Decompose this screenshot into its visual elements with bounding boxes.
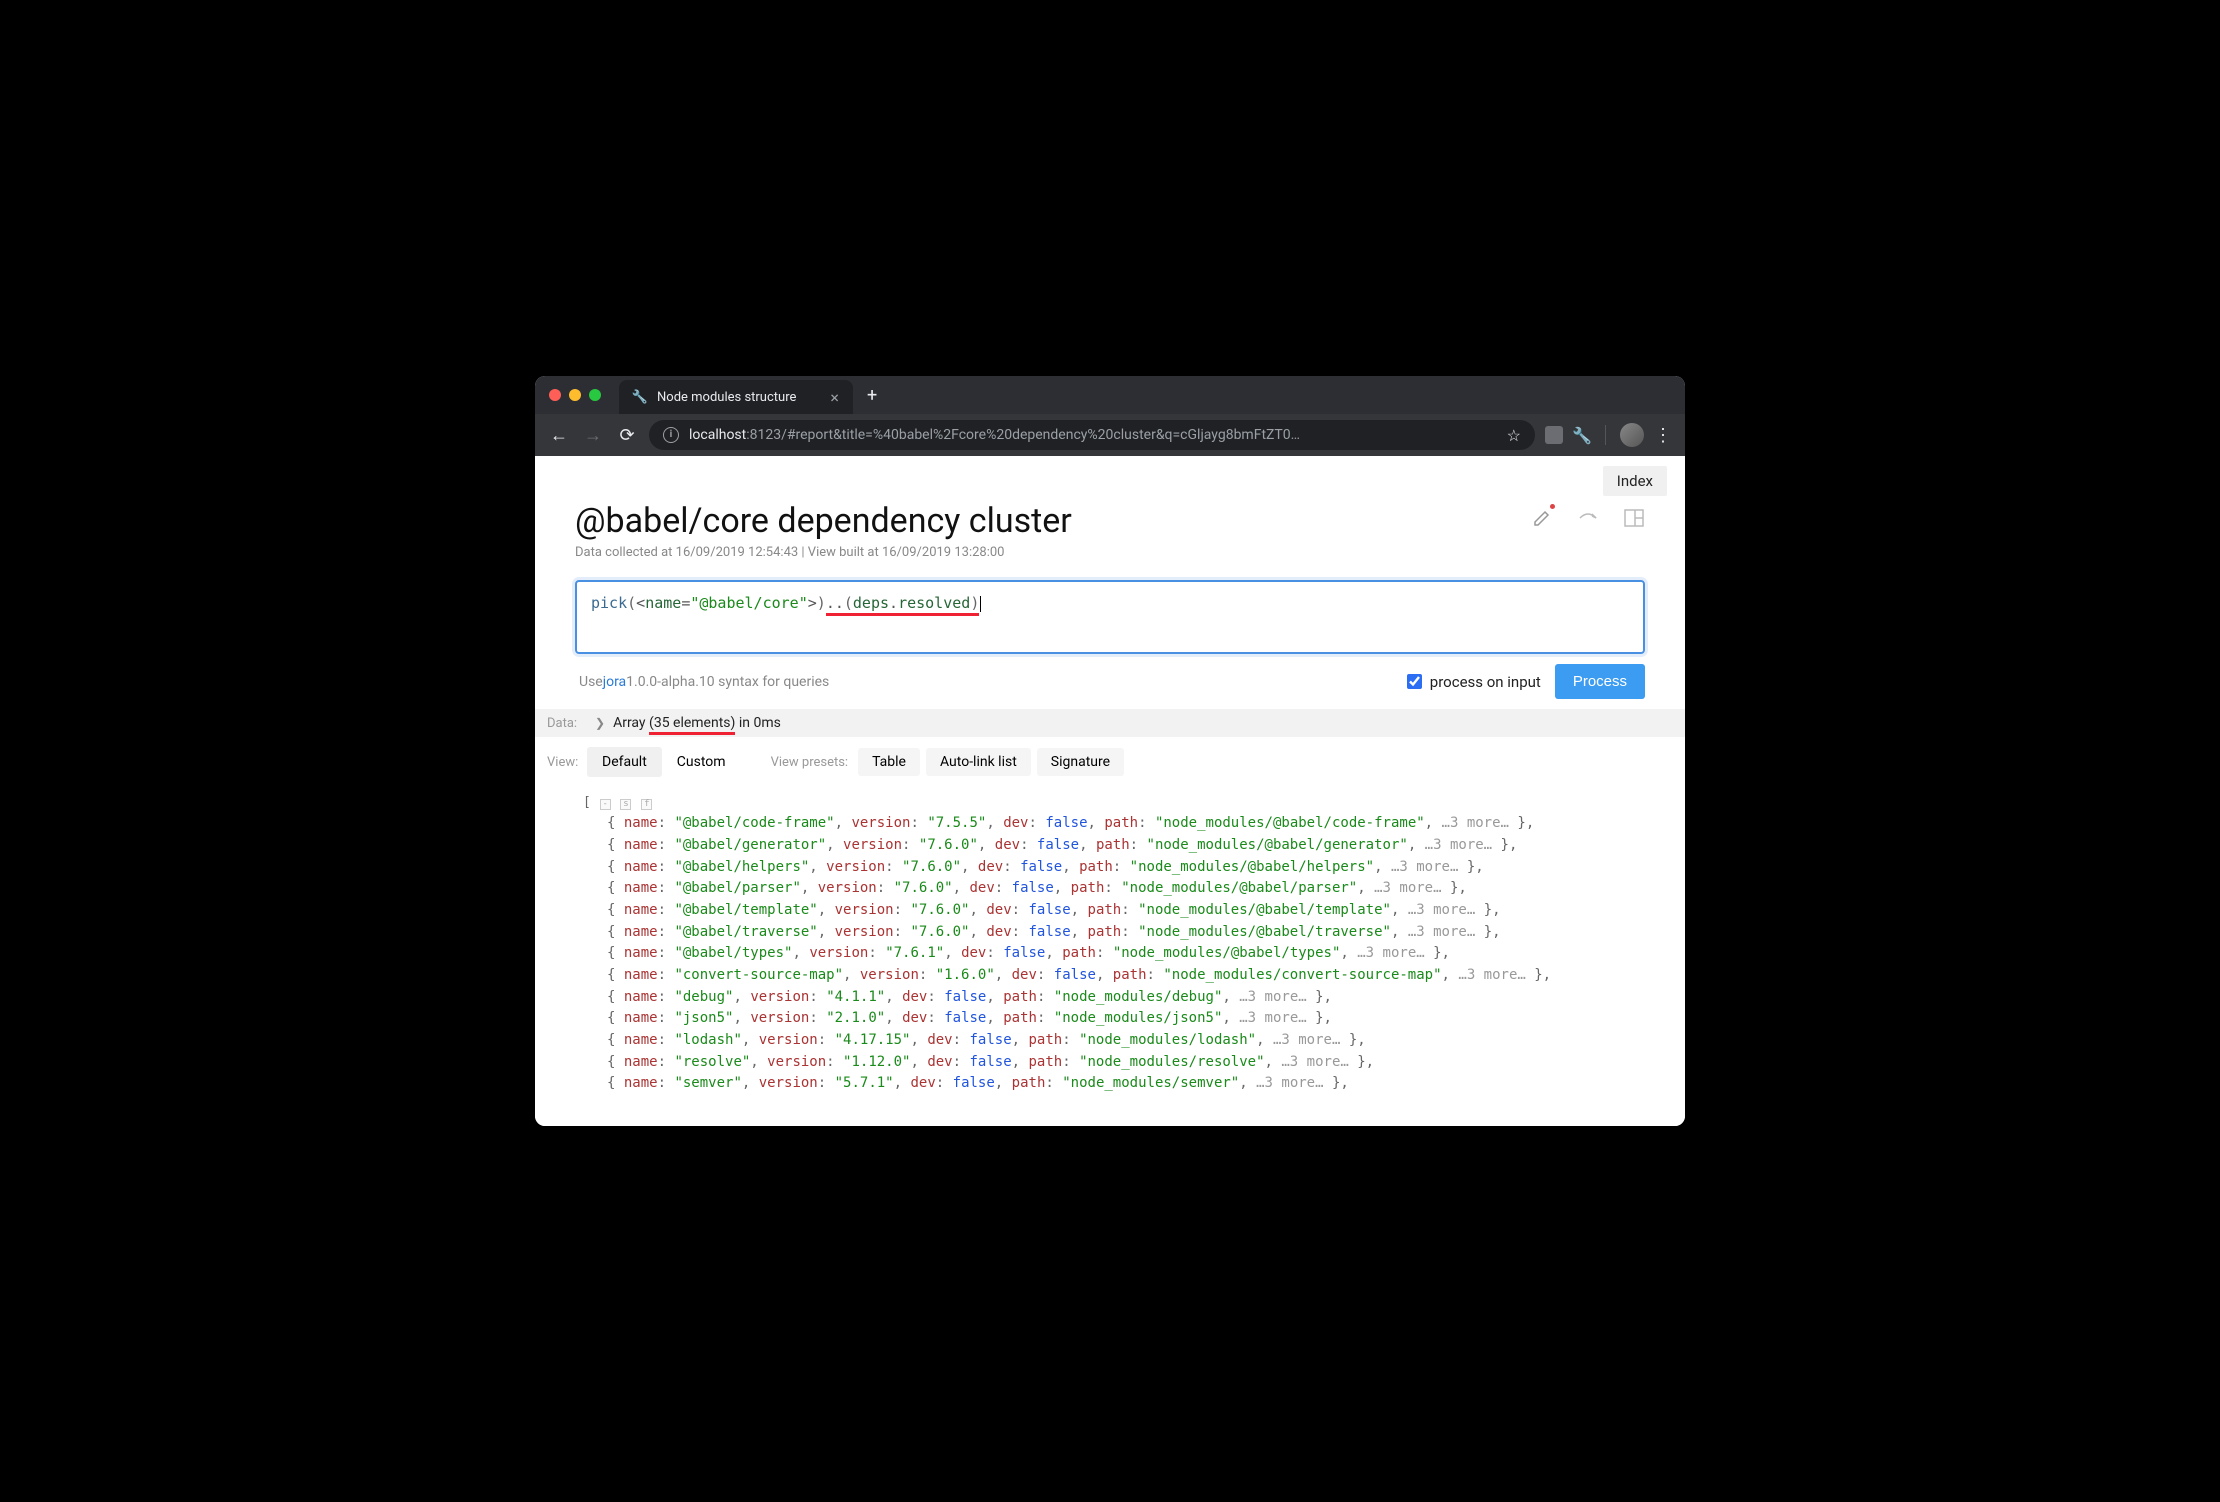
process-button[interactable]: Process xyxy=(1555,664,1645,699)
tab-title: Node modules structure xyxy=(657,390,796,405)
preset-auto-link list[interactable]: Auto-link list xyxy=(926,748,1031,776)
jora-link[interactable]: jora xyxy=(603,674,626,690)
process-on-input-label: process on input xyxy=(1430,673,1541,691)
bookmark-icon[interactable]: ☆ xyxy=(1507,426,1521,445)
sort-icon[interactable]: s xyxy=(620,799,631,810)
format-icon[interactable]: f xyxy=(641,799,652,810)
hint-suffix: 1.0.0-alpha.10 syntax for queries xyxy=(626,674,829,690)
output-row: { name: "@babel/types", version: "7.6.1"… xyxy=(583,943,1645,965)
query-token: = xyxy=(681,594,690,612)
view-controls: View: Default Custom View presets: Table… xyxy=(535,737,1685,787)
output-row: { name: "@babel/generator", version: "7.… xyxy=(583,835,1645,857)
reload-button[interactable]: ⟳ xyxy=(615,425,639,446)
tab-favicon-icon: 🔧 xyxy=(633,390,647,404)
browser-window: 🔧 Node modules structure × + ← → ⟳ i loc… xyxy=(535,376,1685,1126)
view-label: View: xyxy=(547,755,587,770)
query-token: resolved xyxy=(898,594,970,612)
query-footer: Use jora 1.0.0-alpha.10 syntax for queri… xyxy=(535,654,1685,709)
output-row: { name: "convert-source-map", version: "… xyxy=(583,965,1645,987)
toolbar-divider xyxy=(1605,425,1606,445)
query-input[interactable]: pick(<name="@babel/core">)..(deps.resolv… xyxy=(575,580,1645,654)
query-token: ( xyxy=(627,594,636,612)
output-row: { name: "debug", version: "4.1.1", dev: … xyxy=(583,987,1645,1009)
close-window-icon[interactable] xyxy=(549,389,561,401)
preset-table[interactable]: Table xyxy=(858,748,920,776)
collapse-icon[interactable]: - xyxy=(600,799,611,810)
url-port: :8123 xyxy=(746,427,781,443)
hint-prefix: Use xyxy=(579,674,603,690)
output-row: { name: "@babel/traverse", version: "7.6… xyxy=(583,922,1645,944)
output-row: { name: "@babel/template", version: "7.6… xyxy=(583,900,1645,922)
titlebar: 🔧 Node modules structure × + xyxy=(535,376,1685,414)
expand-icon[interactable]: ❯ xyxy=(595,716,605,730)
query-token: deps xyxy=(853,594,889,612)
output-row: { name: "lodash", version: "4.17.15", de… xyxy=(583,1030,1645,1052)
output-row: { name: "semver", version: "5.7.1", dev:… xyxy=(583,1073,1645,1095)
query-token: < xyxy=(636,594,645,612)
browser-menu-icon[interactable]: ⋮ xyxy=(1654,425,1673,446)
header-actions xyxy=(1531,507,1645,529)
browser-toolbar: ← → ⟳ i localhost:8123/#report&title=%40… xyxy=(535,414,1685,456)
output-row: { name: "@babel/parser", version: "7.6.0… xyxy=(583,878,1645,900)
output-row: { name: "json5", version: "2.1.0", dev: … xyxy=(583,1008,1645,1030)
back-button[interactable]: ← xyxy=(547,425,571,446)
page-content: Index @babel/core dependency cluster Dat… xyxy=(535,456,1685,1126)
address-bar[interactable]: i localhost:8123/#report&title=%40babel%… xyxy=(649,420,1535,450)
output-row: { name: "@babel/helpers", version: "7.6.… xyxy=(583,857,1645,879)
query-token: "@babel/core" xyxy=(690,594,807,612)
query-token: pick xyxy=(591,594,627,612)
page-title: @babel/core dependency cluster xyxy=(575,501,1531,541)
extension-icon[interactable]: 🔧 xyxy=(1573,426,1591,444)
process-on-input-checkbox[interactable] xyxy=(1407,674,1422,689)
query-token: .. xyxy=(826,594,844,612)
data-summary-row: Data: ❯ Array (35 elements) in 0ms xyxy=(535,709,1685,737)
layout-icon[interactable] xyxy=(1623,507,1645,529)
output-panel: [ - s f { name: "@babel/code-frame", ver… xyxy=(535,787,1685,1095)
array-time: in 0ms xyxy=(735,715,780,731)
query-token: ) xyxy=(817,594,826,612)
query-token: name xyxy=(645,594,681,612)
url-host: localhost xyxy=(689,427,746,443)
view-default-tab[interactable]: Default xyxy=(587,747,662,777)
profile-avatar[interactable] xyxy=(1620,423,1644,447)
browser-tab[interactable]: 🔧 Node modules structure × xyxy=(619,380,853,414)
traffic-lights xyxy=(549,389,601,401)
array-count: (35 elements) xyxy=(649,715,735,735)
site-info-icon[interactable]: i xyxy=(663,427,679,443)
forward-button[interactable]: → xyxy=(581,425,605,446)
data-label: Data: xyxy=(547,716,587,731)
query-token: > xyxy=(808,594,817,612)
preset-signature[interactable]: Signature xyxy=(1037,748,1124,776)
new-tab-button[interactable]: + xyxy=(867,385,877,406)
share-icon[interactable] xyxy=(1577,507,1599,529)
array-word: Array xyxy=(613,715,649,731)
output-row: { name: "resolve", version: "1.12.0", de… xyxy=(583,1052,1645,1074)
url-path: /#report&title=%40babel%2Fcore%20depende… xyxy=(781,427,1300,443)
page-subtitle: Data collected at 16/09/2019 12:54:43 | … xyxy=(535,545,1685,580)
query-token: ) xyxy=(970,594,979,612)
edit-icon[interactable] xyxy=(1531,507,1553,529)
view-custom-tab[interactable]: Custom xyxy=(662,747,741,777)
query-token: ( xyxy=(844,594,853,612)
query-token: . xyxy=(889,594,898,612)
text-cursor xyxy=(980,596,981,612)
index-button[interactable]: Index xyxy=(1603,466,1667,496)
extension-icon[interactable] xyxy=(1545,426,1563,444)
close-tab-icon[interactable]: × xyxy=(830,388,839,407)
output-toolbar: [ - s f xyxy=(583,793,1645,813)
presets-label: View presets: xyxy=(771,755,849,770)
output-row: { name: "@babel/code-frame", version: "7… xyxy=(583,813,1645,835)
maximize-window-icon[interactable] xyxy=(589,389,601,401)
minimize-window-icon[interactable] xyxy=(569,389,581,401)
